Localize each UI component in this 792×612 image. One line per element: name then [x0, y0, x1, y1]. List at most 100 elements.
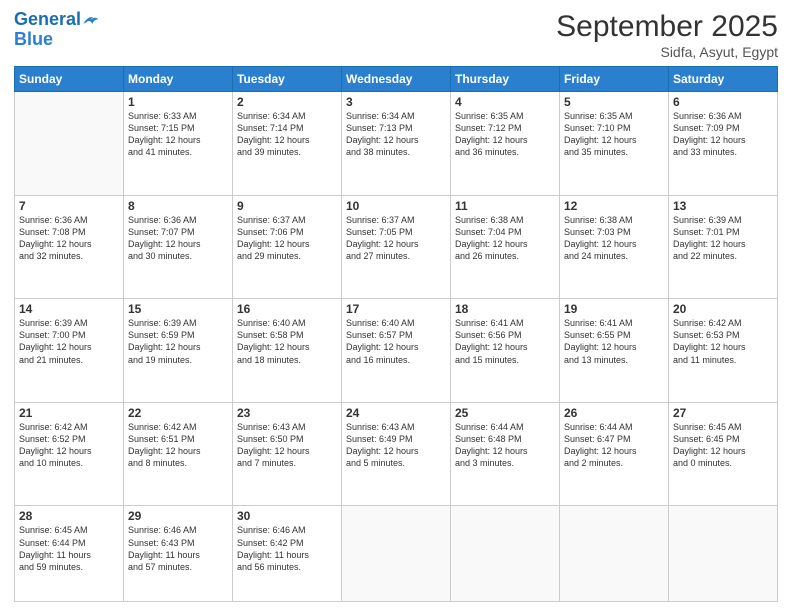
logo-text: General	[14, 10, 81, 30]
calendar-cell: 18Sunrise: 6:41 AM Sunset: 6:56 PM Dayli…	[451, 299, 560, 403]
calendar-cell: 13Sunrise: 6:39 AM Sunset: 7:01 PM Dayli…	[669, 195, 778, 299]
day-number: 18	[455, 302, 555, 316]
logo-bird-icon	[82, 11, 100, 29]
calendar-cell: 27Sunrise: 6:45 AM Sunset: 6:45 PM Dayli…	[669, 402, 778, 506]
calendar-cell	[15, 92, 124, 196]
calendar-cell: 14Sunrise: 6:39 AM Sunset: 7:00 PM Dayli…	[15, 299, 124, 403]
weekday-header: Friday	[560, 67, 669, 92]
day-info: Sunrise: 6:36 AM Sunset: 7:08 PM Dayligh…	[19, 214, 119, 263]
calendar-cell	[669, 506, 778, 602]
day-number: 16	[237, 302, 337, 316]
weekday-header: Sunday	[15, 67, 124, 92]
calendar-cell: 8Sunrise: 6:36 AM Sunset: 7:07 PM Daylig…	[124, 195, 233, 299]
calendar-cell: 26Sunrise: 6:44 AM Sunset: 6:47 PM Dayli…	[560, 402, 669, 506]
day-number: 4	[455, 95, 555, 109]
day-info: Sunrise: 6:37 AM Sunset: 7:05 PM Dayligh…	[346, 214, 446, 263]
day-number: 19	[564, 302, 664, 316]
title-block: September 2025 Sidfa, Asyut, Egypt	[556, 10, 778, 60]
day-info: Sunrise: 6:39 AM Sunset: 7:00 PM Dayligh…	[19, 317, 119, 366]
day-number: 30	[237, 509, 337, 523]
calendar-cell: 7Sunrise: 6:36 AM Sunset: 7:08 PM Daylig…	[15, 195, 124, 299]
day-info: Sunrise: 6:37 AM Sunset: 7:06 PM Dayligh…	[237, 214, 337, 263]
day-number: 15	[128, 302, 228, 316]
title-month: September 2025	[556, 10, 778, 44]
day-number: 9	[237, 199, 337, 213]
day-info: Sunrise: 6:36 AM Sunset: 7:07 PM Dayligh…	[128, 214, 228, 263]
day-number: 21	[19, 406, 119, 420]
day-number: 12	[564, 199, 664, 213]
day-info: Sunrise: 6:41 AM Sunset: 6:56 PM Dayligh…	[455, 317, 555, 366]
weekday-header: Saturday	[669, 67, 778, 92]
day-info: Sunrise: 6:38 AM Sunset: 7:03 PM Dayligh…	[564, 214, 664, 263]
header: General Blue September 2025 Sidfa, Asyut…	[14, 10, 778, 60]
calendar-cell: 19Sunrise: 6:41 AM Sunset: 6:55 PM Dayli…	[560, 299, 669, 403]
day-info: Sunrise: 6:43 AM Sunset: 6:50 PM Dayligh…	[237, 421, 337, 470]
logo: General Blue	[14, 10, 100, 50]
day-number: 11	[455, 199, 555, 213]
calendar-cell: 4Sunrise: 6:35 AM Sunset: 7:12 PM Daylig…	[451, 92, 560, 196]
weekday-header: Wednesday	[342, 67, 451, 92]
day-info: Sunrise: 6:44 AM Sunset: 6:48 PM Dayligh…	[455, 421, 555, 470]
calendar-cell: 12Sunrise: 6:38 AM Sunset: 7:03 PM Dayli…	[560, 195, 669, 299]
day-number: 22	[128, 406, 228, 420]
day-info: Sunrise: 6:34 AM Sunset: 7:13 PM Dayligh…	[346, 110, 446, 159]
day-number: 3	[346, 95, 446, 109]
day-info: Sunrise: 6:38 AM Sunset: 7:04 PM Dayligh…	[455, 214, 555, 263]
day-info: Sunrise: 6:45 AM Sunset: 6:45 PM Dayligh…	[673, 421, 773, 470]
calendar-cell: 10Sunrise: 6:37 AM Sunset: 7:05 PM Dayli…	[342, 195, 451, 299]
day-info: Sunrise: 6:34 AM Sunset: 7:14 PM Dayligh…	[237, 110, 337, 159]
day-info: Sunrise: 6:46 AM Sunset: 6:42 PM Dayligh…	[237, 524, 337, 573]
calendar-cell: 24Sunrise: 6:43 AM Sunset: 6:49 PM Dayli…	[342, 402, 451, 506]
day-info: Sunrise: 6:40 AM Sunset: 6:58 PM Dayligh…	[237, 317, 337, 366]
day-number: 8	[128, 199, 228, 213]
calendar-cell: 20Sunrise: 6:42 AM Sunset: 6:53 PM Dayli…	[669, 299, 778, 403]
title-location: Sidfa, Asyut, Egypt	[556, 44, 778, 60]
day-info: Sunrise: 6:39 AM Sunset: 7:01 PM Dayligh…	[673, 214, 773, 263]
day-info: Sunrise: 6:45 AM Sunset: 6:44 PM Dayligh…	[19, 524, 119, 573]
day-number: 29	[128, 509, 228, 523]
day-info: Sunrise: 6:42 AM Sunset: 6:52 PM Dayligh…	[19, 421, 119, 470]
day-number: 13	[673, 199, 773, 213]
day-number: 14	[19, 302, 119, 316]
header-row: SundayMondayTuesdayWednesdayThursdayFrid…	[15, 67, 778, 92]
weekday-header: Thursday	[451, 67, 560, 92]
day-info: Sunrise: 6:43 AM Sunset: 6:49 PM Dayligh…	[346, 421, 446, 470]
logo-blue: Blue	[14, 30, 100, 50]
day-info: Sunrise: 6:39 AM Sunset: 6:59 PM Dayligh…	[128, 317, 228, 366]
calendar-cell: 29Sunrise: 6:46 AM Sunset: 6:43 PM Dayli…	[124, 506, 233, 602]
day-number: 17	[346, 302, 446, 316]
day-number: 25	[455, 406, 555, 420]
day-number: 20	[673, 302, 773, 316]
calendar-cell: 30Sunrise: 6:46 AM Sunset: 6:42 PM Dayli…	[233, 506, 342, 602]
day-info: Sunrise: 6:46 AM Sunset: 6:43 PM Dayligh…	[128, 524, 228, 573]
day-number: 28	[19, 509, 119, 523]
page: General Blue September 2025 Sidfa, Asyut…	[0, 0, 792, 612]
calendar-week-row: 21Sunrise: 6:42 AM Sunset: 6:52 PM Dayli…	[15, 402, 778, 506]
day-info: Sunrise: 6:42 AM Sunset: 6:51 PM Dayligh…	[128, 421, 228, 470]
day-info: Sunrise: 6:36 AM Sunset: 7:09 PM Dayligh…	[673, 110, 773, 159]
calendar-cell: 16Sunrise: 6:40 AM Sunset: 6:58 PM Dayli…	[233, 299, 342, 403]
day-number: 26	[564, 406, 664, 420]
day-number: 1	[128, 95, 228, 109]
day-info: Sunrise: 6:42 AM Sunset: 6:53 PM Dayligh…	[673, 317, 773, 366]
day-number: 24	[346, 406, 446, 420]
calendar-cell: 5Sunrise: 6:35 AM Sunset: 7:10 PM Daylig…	[560, 92, 669, 196]
calendar-cell: 3Sunrise: 6:34 AM Sunset: 7:13 PM Daylig…	[342, 92, 451, 196]
calendar-cell	[342, 506, 451, 602]
calendar-cell: 9Sunrise: 6:37 AM Sunset: 7:06 PM Daylig…	[233, 195, 342, 299]
day-number: 23	[237, 406, 337, 420]
calendar-cell	[451, 506, 560, 602]
calendar-week-row: 1Sunrise: 6:33 AM Sunset: 7:15 PM Daylig…	[15, 92, 778, 196]
day-number: 6	[673, 95, 773, 109]
calendar-cell: 6Sunrise: 6:36 AM Sunset: 7:09 PM Daylig…	[669, 92, 778, 196]
calendar-cell: 22Sunrise: 6:42 AM Sunset: 6:51 PM Dayli…	[124, 402, 233, 506]
calendar-cell: 17Sunrise: 6:40 AM Sunset: 6:57 PM Dayli…	[342, 299, 451, 403]
calendar-cell: 21Sunrise: 6:42 AM Sunset: 6:52 PM Dayli…	[15, 402, 124, 506]
calendar-cell: 15Sunrise: 6:39 AM Sunset: 6:59 PM Dayli…	[124, 299, 233, 403]
day-info: Sunrise: 6:41 AM Sunset: 6:55 PM Dayligh…	[564, 317, 664, 366]
calendar-cell: 1Sunrise: 6:33 AM Sunset: 7:15 PM Daylig…	[124, 92, 233, 196]
calendar-week-row: 14Sunrise: 6:39 AM Sunset: 7:00 PM Dayli…	[15, 299, 778, 403]
day-info: Sunrise: 6:35 AM Sunset: 7:12 PM Dayligh…	[455, 110, 555, 159]
day-info: Sunrise: 6:33 AM Sunset: 7:15 PM Dayligh…	[128, 110, 228, 159]
calendar-cell: 23Sunrise: 6:43 AM Sunset: 6:50 PM Dayli…	[233, 402, 342, 506]
